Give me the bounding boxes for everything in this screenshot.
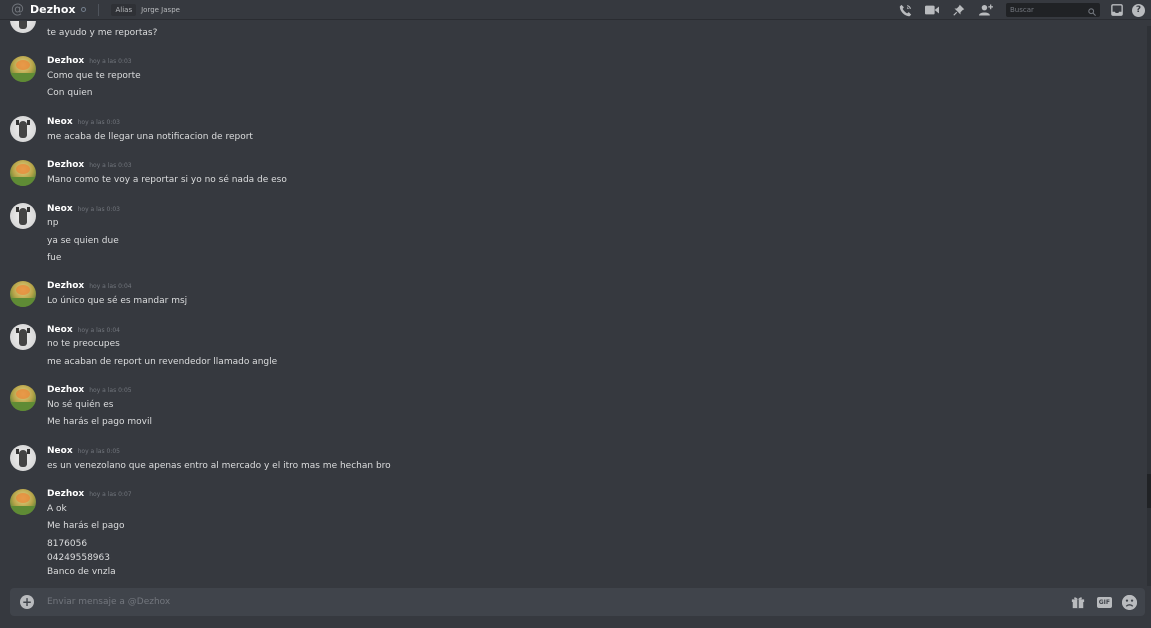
video-icon[interactable] [925, 3, 939, 17]
author-name[interactable]: Dezhox [47, 56, 84, 66]
at-icon: @ [11, 2, 24, 17]
message-text: Como que te reporte [47, 71, 141, 81]
message-author[interactable]: Neox hoy a las 0:03 [47, 116, 120, 129]
gift-icon[interactable] [1071, 595, 1085, 609]
message-author[interactable]: Dezhox hoy a las 0:04 [47, 280, 132, 293]
message-author[interactable]: Neox hoy a las 0:03 [47, 203, 120, 216]
alias-name: Jorge Jaspe [141, 5, 180, 14]
message-text: Lo único que sé es mandar msj [47, 296, 188, 306]
avatar[interactable] [10, 385, 36, 411]
message-author[interactable]: Dezhox hoy a las 0:03 [47, 159, 132, 172]
message-composer: + GIF [10, 588, 1145, 616]
message-text: Me harás el pago movil [47, 417, 152, 427]
message-text: me acaban de report un revendedor llamad… [47, 357, 278, 367]
message-text: Mano como te voy a reportar si yo no sé … [47, 175, 287, 185]
message-text: 8176056 [47, 539, 88, 549]
scrollbar-thumb[interactable] [1147, 474, 1151, 508]
message-text: No sé quién es [47, 400, 114, 410]
message-text: Banco de vnzla [47, 567, 116, 577]
message-timestamp: hoy a las 0:03 [89, 162, 132, 169]
dm-title: Dezhox [30, 3, 76, 16]
search-input[interactable] [1010, 6, 1080, 14]
avatar[interactable] [10, 324, 36, 350]
message-text: ya se quien due [47, 236, 119, 246]
avatar[interactable] [10, 21, 36, 33]
message-author[interactable]: Neox hoy a las 0:05 [47, 445, 120, 458]
message-author[interactable]: Neox hoy a las 0:04 [47, 324, 120, 337]
author-name[interactable]: Dezhox [47, 489, 84, 499]
message-text: Me harás el pago [47, 521, 125, 531]
avatar[interactable] [10, 116, 36, 142]
message-timestamp: hoy a las 0:07 [89, 491, 132, 498]
author-name[interactable]: Neox [47, 117, 73, 127]
avatar[interactable] [10, 281, 36, 307]
message-list: te ayudo y me reportas? Dezhox hoy a las … [0, 21, 1147, 583]
pin-icon[interactable] [952, 3, 966, 17]
gif-button[interactable]: GIF [1096, 596, 1112, 608]
message-timestamp: hoy a las 0:04 [89, 283, 132, 290]
emoji-icon[interactable] [1122, 594, 1137, 610]
avatar[interactable] [10, 203, 36, 229]
author-name[interactable]: Dezhox [47, 281, 84, 291]
message-text: me acaba de llegar una notificacion de r… [47, 132, 253, 142]
message-timestamp: hoy a las 0:03 [77, 206, 120, 213]
author-name[interactable]: Neox [47, 325, 73, 335]
avatar[interactable] [10, 56, 36, 82]
search-icon [1088, 1, 1096, 20]
header-divider [98, 3, 100, 16]
channel-header: @ Dezhox Alias Jorge Jaspe ? [0, 0, 1151, 20]
message-timestamp: hoy a las 0:05 [77, 448, 120, 455]
message-text: es un venezolano que apenas entro al mer… [47, 461, 391, 471]
message-timestamp: hoy a las 0:05 [89, 387, 132, 394]
author-name[interactable]: Dezhox [47, 385, 84, 395]
message-text: Con quien [47, 88, 93, 98]
avatar[interactable] [10, 445, 36, 471]
search-box[interactable] [1006, 3, 1100, 17]
message-author[interactable]: Dezhox hoy a las 0:03 [47, 55, 132, 68]
author-name[interactable]: Neox [47, 204, 73, 214]
message-author[interactable]: Dezhox hoy a las 0:05 [47, 384, 132, 397]
message-timestamp: hoy a las 0:03 [77, 119, 120, 126]
message-timestamp: hoy a las 0:03 [89, 58, 132, 65]
message-text: 04249558963 [47, 553, 110, 563]
message-text: np [47, 218, 59, 228]
message-text: te ayudo y me reportas? [47, 28, 158, 38]
inbox-icon[interactable] [1110, 3, 1124, 17]
message-input[interactable] [47, 597, 947, 607]
help-icon[interactable]: ? [1132, 3, 1145, 17]
message-text: fue [47, 253, 62, 263]
avatar[interactable] [10, 489, 36, 515]
composer-tools: GIF [1071, 588, 1137, 616]
attach-plus-icon[interactable]: + [20, 595, 34, 609]
status-indicator [81, 7, 87, 12]
message-author[interactable]: Dezhox hoy a las 0:07 [47, 488, 132, 501]
message-text: no te preocupes [47, 339, 120, 349]
avatar[interactable] [10, 160, 36, 186]
message-timestamp: hoy a las 0:04 [77, 327, 120, 334]
message-text: A ok [47, 504, 67, 514]
add-friend-icon[interactable] [979, 3, 993, 17]
author-name[interactable]: Dezhox [47, 160, 84, 170]
author-name[interactable]: Neox [47, 446, 73, 456]
phone-call-icon[interactable] [898, 3, 912, 17]
alias-tag: Alias [111, 3, 137, 16]
header-toolbar: ? [898, 0, 1151, 20]
